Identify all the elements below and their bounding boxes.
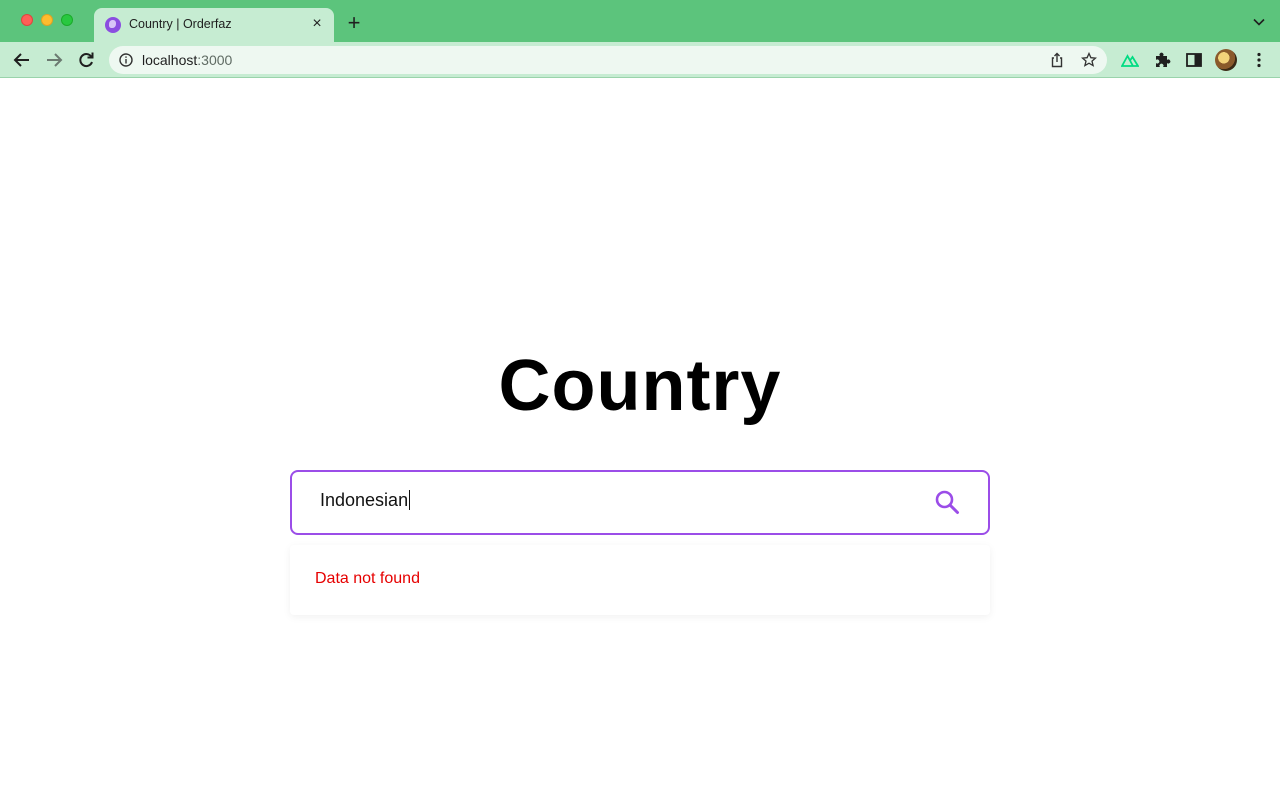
- maximize-window-button[interactable]: [61, 14, 73, 26]
- address-bar[interactable]: localhost:3000: [109, 46, 1107, 74]
- puzzle-icon[interactable]: [1153, 51, 1171, 69]
- more-vert-icon[interactable]: [1250, 51, 1268, 69]
- chevron-down-icon[interactable]: [1252, 15, 1266, 29]
- close-window-button[interactable]: [21, 14, 33, 26]
- url-port: :3000: [197, 52, 233, 68]
- share-icon[interactable]: [1049, 52, 1065, 68]
- star-icon[interactable]: [1081, 52, 1097, 68]
- browser-titlebar: Country | Orderfaz × +: [0, 0, 1280, 42]
- forward-arrow-icon[interactable]: [44, 50, 64, 70]
- url-host: localhost: [142, 52, 198, 68]
- profile-avatar[interactable]: [1215, 49, 1237, 71]
- sidepanel-icon[interactable]: [1185, 51, 1203, 69]
- url-text: localhost:3000: [142, 52, 232, 68]
- page-title: Country: [498, 346, 782, 426]
- page-content: Country Indonesian Data not found: [0, 79, 1280, 800]
- reload-icon[interactable]: [76, 50, 96, 70]
- globe-favicon-icon: [105, 17, 121, 33]
- search-box[interactable]: Indonesian: [290, 470, 990, 535]
- browser-toolbar: localhost:3000: [0, 42, 1280, 78]
- no-results-message: Data not found: [315, 570, 420, 587]
- search-input[interactable]: Indonesian: [320, 490, 920, 518]
- browser-tab[interactable]: Country | Orderfaz ×: [94, 8, 334, 42]
- new-tab-button[interactable]: +: [344, 12, 364, 34]
- nuxt-extension-icon[interactable]: [1121, 51, 1139, 69]
- search-input-value: Indonesian: [320, 490, 409, 510]
- text-caret: [409, 490, 411, 510]
- tab-close-button[interactable]: ×: [308, 15, 326, 33]
- info-icon[interactable]: [119, 53, 133, 67]
- back-arrow-icon[interactable]: [12, 50, 32, 70]
- minimize-window-button[interactable]: [41, 14, 53, 26]
- search-icon[interactable]: [934, 489, 960, 515]
- search-results-dropdown: Data not found: [290, 545, 990, 615]
- tab-title: Country | Orderfaz: [129, 17, 232, 31]
